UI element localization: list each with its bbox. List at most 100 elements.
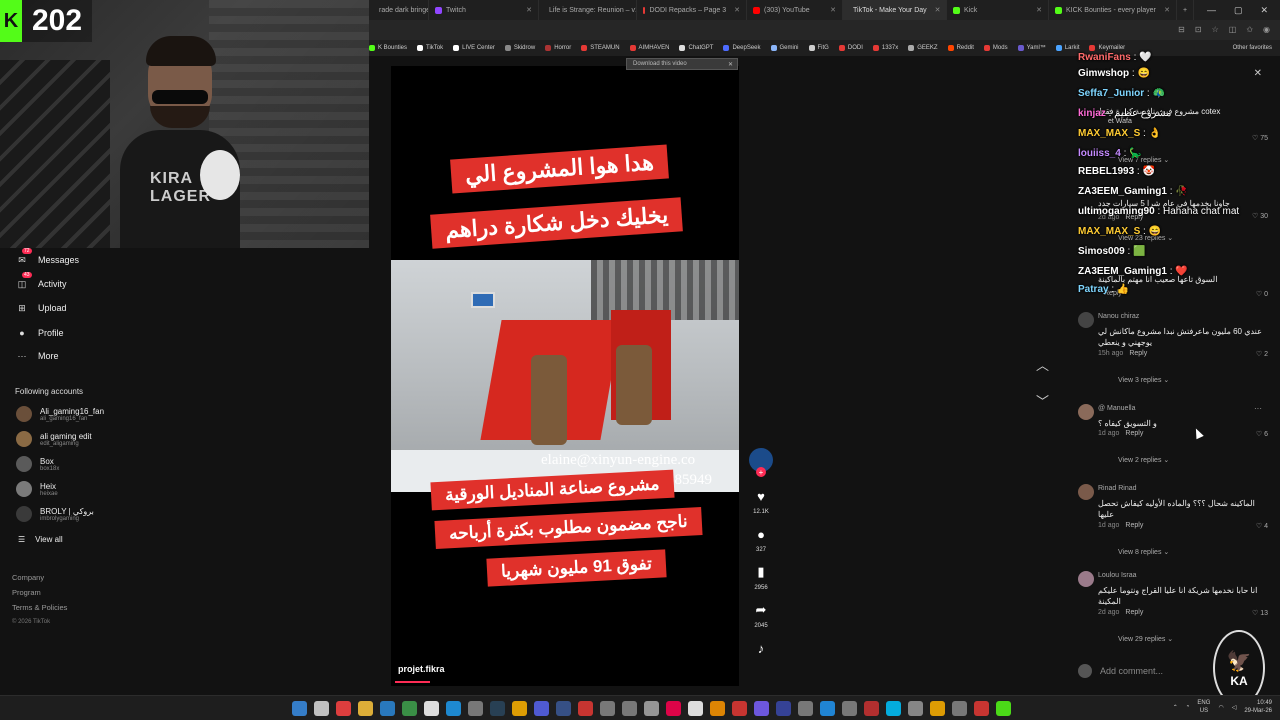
- tab-close-icon[interactable]: ✕: [518, 6, 532, 14]
- taskbar-app-icon[interactable]: [336, 701, 351, 716]
- taskbar-app-icon[interactable]: [886, 701, 901, 716]
- taskbar-app-icon[interactable]: [600, 701, 615, 716]
- following-account[interactable]: BROLY | بروكي imbrolygaming: [16, 506, 94, 522]
- browser-tab[interactable]: rade dark bringe✕: [369, 0, 429, 20]
- taskbar-app-icon[interactable]: [952, 701, 967, 716]
- sound-action[interactable]: ♪: [748, 637, 774, 659]
- chat-username[interactable]: MAX_MAX_S: [1078, 128, 1140, 139]
- footer-link-terms[interactable]: Terms & Policies: [12, 600, 67, 615]
- bookmark-item[interactable]: STEAMUN: [581, 45, 620, 51]
- taskbar-app-icon[interactable]: [776, 701, 791, 716]
- comment-like[interactable]: ♡ 6: [1256, 430, 1268, 438]
- taskbar-app-icon[interactable]: [732, 701, 747, 716]
- browser-tab[interactable]: DODI Repacks – Page 3 ✕: [637, 0, 747, 20]
- chat-username[interactable]: kinjaz: [1078, 108, 1106, 119]
- new-tab-button[interactable]: +: [1177, 0, 1195, 20]
- following-account[interactable]: Heix heixae: [16, 481, 58, 497]
- avatar[interactable]: [1078, 312, 1094, 328]
- taskbar-app-icon[interactable]: [556, 701, 571, 716]
- bookmark-item[interactable]: GEEKZ: [908, 45, 938, 51]
- avatar[interactable]: [1078, 484, 1094, 500]
- chevron-up-icon[interactable]: ⌃: [1173, 704, 1178, 711]
- network-icon[interactable]: ◔: [1186, 704, 1190, 710]
- bookmark-item[interactable]: ChatGPT: [679, 45, 713, 51]
- chat-username[interactable]: REBEL1993: [1078, 166, 1134, 177]
- comment-author[interactable]: @ Manuella: [1098, 405, 1135, 412]
- speaker-icon[interactable]: ◁: [1232, 704, 1237, 711]
- more-options-icon[interactable]: ···: [1254, 404, 1262, 413]
- tab-close-icon[interactable]: ✕: [927, 6, 941, 14]
- taskbar-app-icon[interactable]: [666, 701, 681, 716]
- language-indicator[interactable]: ENG US: [1197, 699, 1210, 715]
- bookmark-item[interactable]: DeepSeek: [723, 45, 761, 51]
- bookmark-item[interactable]: Gemini: [770, 45, 799, 51]
- reply-button[interactable]: Reply: [1129, 350, 1147, 357]
- taskbar-app-icon[interactable]: [314, 701, 329, 716]
- browser-tab[interactable]: KICK Bounties - every player ✕: [1049, 0, 1177, 20]
- chevron-down-icon[interactable]: ﹀: [1036, 384, 1049, 420]
- sidebar-item-activity[interactable]: ◫ 43 Activity: [16, 272, 67, 290]
- bookmark-item[interactable]: Horror: [545, 45, 571, 51]
- taskbar-app-icon[interactable]: [974, 701, 989, 716]
- sidebar-item-profile[interactable]: ● Profile: [16, 327, 63, 339]
- comment-author[interactable]: Loulou Israa: [1098, 572, 1137, 579]
- taskbar-app-icon[interactable]: [446, 701, 461, 716]
- footer-link-program[interactable]: Program: [12, 585, 67, 600]
- chevron-up-icon[interactable]: ︿: [1036, 348, 1049, 384]
- maximize-icon[interactable]: ▢: [1234, 5, 1243, 16]
- view-all-link[interactable]: ☰ View all: [18, 535, 63, 544]
- chat-username[interactable]: Seffa7_Junior: [1078, 88, 1144, 99]
- add-comment-field[interactable]: Add comment...: [1078, 660, 1218, 682]
- comment-action[interactable]: ● 327: [748, 523, 774, 554]
- comment-author[interactable]: Nanou chiraz: [1098, 313, 1139, 320]
- tab-close-icon[interactable]: ✕: [1156, 6, 1170, 14]
- bookmark-item[interactable]: Keymailer: [1089, 45, 1125, 51]
- taskbar-app-icon[interactable]: [996, 701, 1011, 716]
- chat-username[interactable]: Gimwshop: [1078, 68, 1129, 79]
- view-replies[interactable]: View 29 replies ⌄: [1118, 635, 1173, 643]
- wifi-icon[interactable]: ◠: [1218, 704, 1223, 711]
- taskbar-app-icon[interactable]: [908, 701, 923, 716]
- tab-close-icon[interactable]: ✕: [822, 6, 836, 14]
- browser-tab[interactable]: Twitch ✕: [429, 0, 539, 20]
- sidebar-item-messages[interactable]: ✉ 72 Messages: [16, 248, 79, 266]
- like-action[interactable]: ♥ 12.1K: [748, 485, 774, 516]
- bookmark-item[interactable]: DODI: [838, 45, 863, 51]
- download-video-bar[interactable]: Download this video ✕: [626, 58, 738, 70]
- chat-username[interactable]: MAX_MAX_S: [1078, 226, 1140, 237]
- taskbar-app-icon[interactable]: [380, 701, 395, 716]
- comment-like[interactable]: ♡ 2: [1256, 350, 1268, 358]
- taskbar-app-icon[interactable]: [622, 701, 637, 716]
- save-action[interactable]: ▮ 2956: [748, 561, 774, 591]
- author-avatar[interactable]: +: [748, 448, 774, 477]
- heart-icon[interactable]: ♥: [750, 485, 772, 507]
- bookmark-icon[interactable]: ▮: [750, 561, 772, 583]
- taskbar-app-icon[interactable]: [798, 701, 813, 716]
- avatar[interactable]: [1078, 404, 1094, 420]
- bookmark-item[interactable]: LIVE Center: [453, 45, 495, 51]
- tab-close-icon[interactable]: ✕: [1028, 6, 1042, 14]
- bookmark-item[interactable]: TikTok: [417, 45, 443, 51]
- bookmark-item[interactable]: Yaml™: [1017, 45, 1046, 51]
- following-account[interactable]: Ali_gaming16_fan ali_gaming16_fan: [16, 406, 104, 422]
- taskbar-app-icon[interactable]: [842, 701, 857, 716]
- taskbar-app-icon[interactable]: [820, 701, 835, 716]
- taskbar-app-icon[interactable]: [424, 701, 439, 716]
- comment-like[interactable]: ♡ 4: [1256, 522, 1268, 530]
- chat-username[interactable]: RwaniFans: [1078, 52, 1131, 63]
- profile-icon[interactable]: ◉: [1263, 25, 1270, 34]
- tab-close-icon[interactable]: ✕: [726, 6, 740, 14]
- avatar[interactable]: [1078, 571, 1094, 587]
- chat-username[interactable]: ultimogaming90: [1078, 206, 1155, 217]
- view-replies[interactable]: View 3 replies ⌄: [1118, 376, 1169, 384]
- reply-button[interactable]: Reply: [1125, 609, 1143, 616]
- comment-icon[interactable]: ●: [750, 523, 772, 545]
- screenshot-icon[interactable]: ⊡: [1195, 25, 1202, 34]
- close-window-icon[interactable]: ✕: [1260, 5, 1268, 16]
- comment-author[interactable]: Rinad Rinad: [1098, 485, 1137, 492]
- video-player[interactable]: هدا هوا المشروع الي يخليك دخل شكارة دراه…: [391, 66, 739, 686]
- minimize-icon[interactable]: —: [1207, 5, 1216, 16]
- bookmark-item[interactable]: AIMHAVEN: [629, 45, 669, 51]
- chat-username[interactable]: ZA3EEM_Gaming1: [1078, 186, 1167, 197]
- taskbar-app-icon[interactable]: [534, 701, 549, 716]
